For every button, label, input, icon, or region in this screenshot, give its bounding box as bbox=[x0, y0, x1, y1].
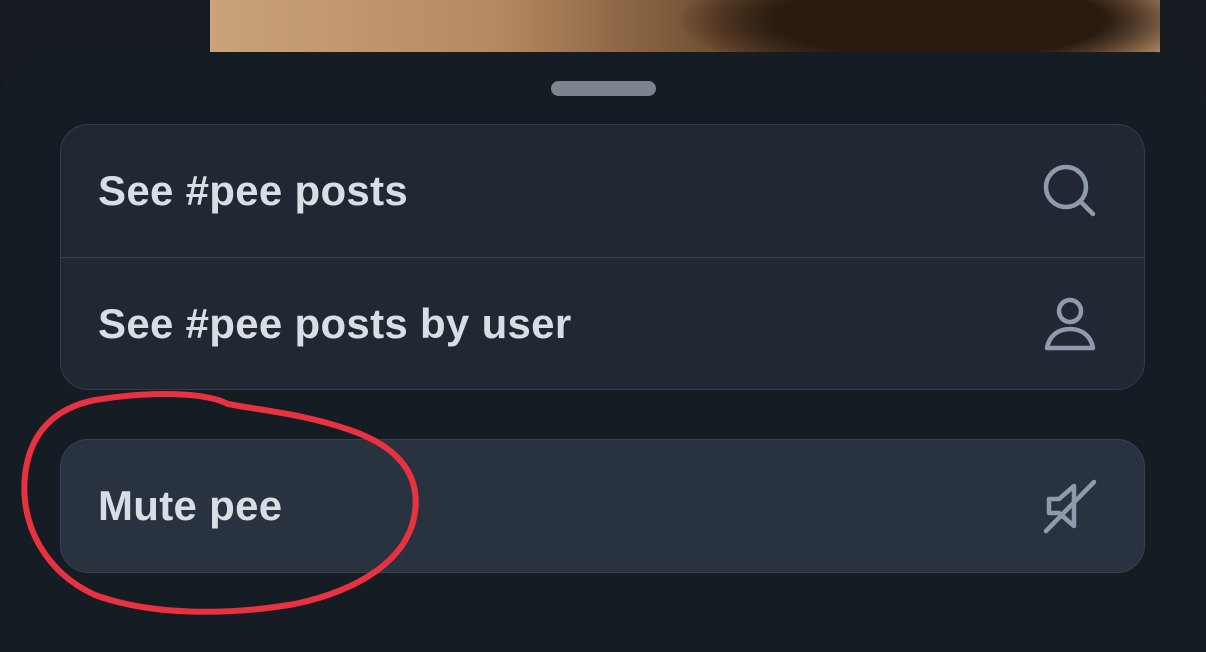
background-post-image bbox=[210, 0, 1160, 60]
mute-group: Mute pee bbox=[60, 439, 1145, 573]
sheet-grabber-handle[interactable] bbox=[551, 81, 656, 96]
mute-hashtag-label: Mute pee bbox=[98, 482, 283, 529]
search-icon bbox=[1040, 161, 1100, 221]
see-hashtag-posts-button[interactable]: See #pee posts bbox=[61, 125, 1144, 257]
see-hashtag-posts-by-user-button[interactable]: See #pee posts by user bbox=[61, 257, 1144, 389]
see-hashtag-posts-by-user-label: See #pee posts by user bbox=[98, 299, 572, 347]
mute-icon bbox=[1040, 476, 1100, 536]
user-icon bbox=[1040, 294, 1100, 354]
image-rim bbox=[590, 0, 1038, 60]
mute-hashtag-button[interactable]: Mute pee bbox=[61, 440, 1144, 572]
hashtag-actions-group: See #pee posts See #pee posts by user bbox=[60, 124, 1145, 390]
see-hashtag-posts-label: See #pee posts bbox=[98, 167, 409, 214]
action-sheet: See #pee posts See #pee posts by user Mu… bbox=[0, 52, 1206, 652]
